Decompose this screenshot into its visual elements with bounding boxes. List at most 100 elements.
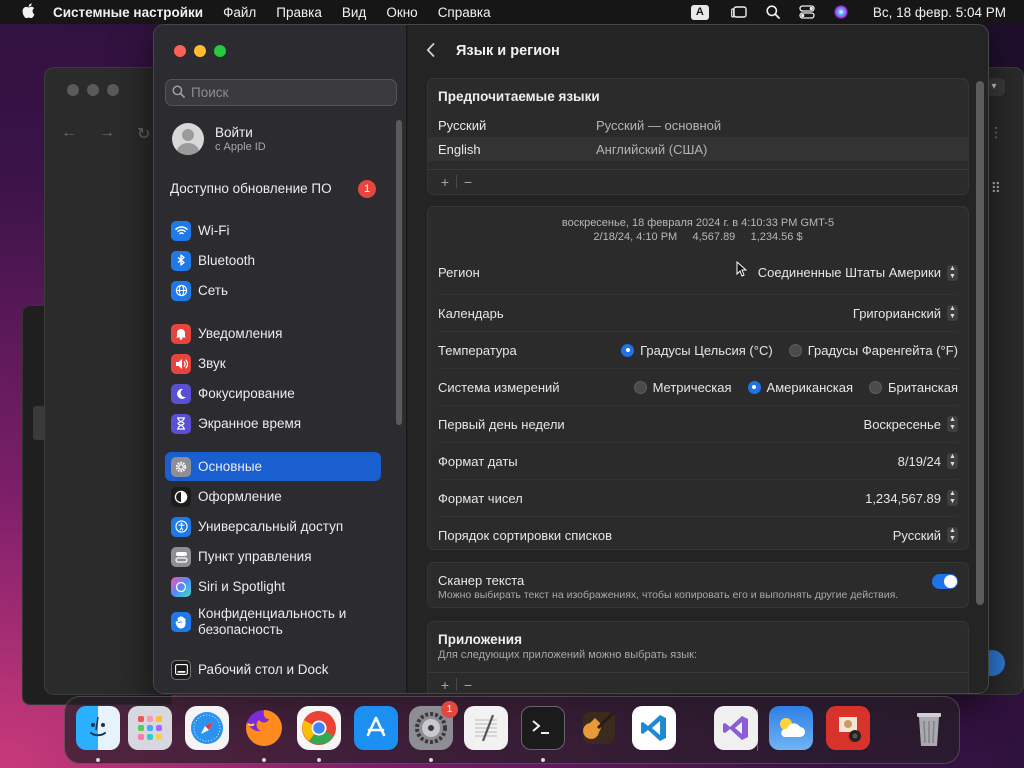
sidebar-item-accessibility[interactable]: Универсальный доступ <box>165 512 381 541</box>
remove-application-button[interactable]: − <box>457 677 479 693</box>
sidebar-item-bluetooth[interactable]: Bluetooth <box>165 246 381 275</box>
sidebar-item-siri-spotlight[interactable]: Siri и Spotlight <box>165 572 381 601</box>
system-settings-icon[interactable]: 1 <box>409 701 458 750</box>
input-source-icon[interactable]: A <box>690 4 709 20</box>
visual-studio-icon[interactable] <box>714 706 758 750</box>
number-format-select[interactable]: 1,234,567.89 ▲ ▼ <box>865 490 958 506</box>
measurement-uk-radio[interactable]: Британская <box>869 380 958 395</box>
calendar-label: Календарь <box>438 305 504 321</box>
firefox-icon[interactable] <box>242 706 286 750</box>
menu-file[interactable]: Файл <box>223 5 256 20</box>
software-update-item[interactable]: Доступно обновление ПО 1 <box>170 180 376 198</box>
sidebar-item-sound[interactable]: Звук <box>165 349 381 378</box>
sidebar-item-partial[interactable] <box>165 689 381 693</box>
measurement-metric-radio[interactable]: Метрическая <box>633 379 732 395</box>
globe-icon <box>171 280 191 301</box>
live-text-description: Можно выбирать текст на изображениях, чт… <box>438 589 899 601</box>
signin-subtitle: с Apple ID <box>215 141 266 153</box>
region-row: Регион Соединенные Штаты Америки ▲ ▼ <box>438 254 958 291</box>
trash-icon[interactable] <box>907 706 951 750</box>
menu-help[interactable]: Справка <box>438 5 491 20</box>
control-center-icon <box>171 546 191 567</box>
apple-id-signin[interactable]: Войти с Apple ID <box>172 123 266 155</box>
sidebar-item-privacy-security[interactable]: Конфиденциальность и безопасность <box>165 603 381 641</box>
content-scrollbar[interactable] <box>976 81 984 605</box>
back-chevron-icon[interactable] <box>426 41 440 62</box>
safari-icon[interactable] <box>185 706 229 750</box>
garageband-icon[interactable] <box>577 706 621 750</box>
sidebar-item-desktop-dock[interactable]: Рабочий стол и Dock <box>165 655 381 684</box>
vscode-icon[interactable] <box>632 706 676 750</box>
add-language-button[interactable]: + <box>434 174 456 190</box>
appearance-icon <box>171 486 191 507</box>
bell-icon <box>171 323 191 344</box>
sidebar-item-notifications[interactable]: Уведомления <box>165 319 381 348</box>
radio-label: Метрическая <box>652 379 732 395</box>
search-input[interactable] <box>191 85 371 100</box>
sidebar-scrollbar[interactable] <box>396 120 402 425</box>
window-controls <box>174 45 226 57</box>
sidebar-item-label: Siri и Spotlight <box>198 579 286 594</box>
stage-manager-icon[interactable] <box>730 4 747 20</box>
region-select[interactable]: Соединенные Штаты Америки ▲ ▼ <box>758 264 958 281</box>
avatar <box>172 123 204 155</box>
spotlight-search-icon[interactable] <box>765 4 781 20</box>
menu-clock[interactable]: Вс, 18 февр. 5:04 PM <box>873 5 1006 20</box>
radio-dot <box>788 343 802 357</box>
grid-icon: ⠿ <box>990 180 1001 196</box>
chevron-updown-icon: ▲ ▼ <box>947 490 958 506</box>
siri-icon <box>171 576 191 597</box>
sidebar-item-label: Wi-Fi <box>198 223 230 238</box>
temperature-celsius-radio[interactable]: Градусы Цельсия (°C) <box>621 343 773 358</box>
calendar-select[interactable]: Григорианский ▲ ▼ <box>853 305 958 321</box>
sidebar-item-control-center[interactable]: Пункт управления <box>165 542 381 571</box>
apple-menu-icon[interactable] <box>18 2 38 22</box>
sidebar-item-label: Уведомления <box>198 326 283 341</box>
chrome-icon[interactable] <box>297 706 341 750</box>
sidebar-item-appearance[interactable]: Оформление <box>165 482 381 511</box>
measurement-us-radio[interactable]: Американская <box>747 380 853 395</box>
launchpad-icon[interactable] <box>128 706 172 750</box>
first-day-select[interactable]: Воскресенье ▲ ▼ <box>864 416 958 432</box>
sidebar-item-screen-time[interactable]: Экранное время <box>165 409 381 438</box>
siri-icon[interactable] <box>833 4 849 20</box>
weather-icon[interactable] <box>769 706 813 750</box>
menu-edit[interactable]: Правка <box>276 5 322 20</box>
sidebar-item-label: Пункт управления <box>198 549 312 564</box>
menu-window[interactable]: Окно <box>386 5 417 20</box>
close-button[interactable] <box>174 45 186 57</box>
running-indicator <box>429 758 433 762</box>
minimize-button[interactable] <box>194 45 206 57</box>
date-format-select[interactable]: 8/19/24 ▲ ▼ <box>898 453 958 469</box>
sidebar-item-wifi[interactable]: Wi-Fi <box>165 216 381 245</box>
finder-icon[interactable] <box>76 706 120 750</box>
textedit-icon[interactable] <box>464 706 508 750</box>
menu-app-name[interactable]: Системные настройки <box>53 5 203 20</box>
sort-order-select[interactable]: Русский ▲ ▼ <box>893 527 958 543</box>
dock-icon <box>171 659 191 680</box>
photo-booth-icon[interactable] <box>826 706 870 750</box>
control-center-icon[interactable] <box>799 4 815 20</box>
content-pane: Язык и регион Предпочитаемые языки Русск… <box>408 25 988 693</box>
menu-view[interactable]: Вид <box>342 5 366 20</box>
language-row[interactable]: English Английский (США) <box>428 137 968 161</box>
app-store-icon[interactable] <box>354 706 398 750</box>
search-field[interactable] <box>165 79 397 106</box>
kebab-menu-icon: ⋮ <box>989 124 1003 140</box>
sidebar-item-label: Экранное время <box>198 416 302 431</box>
language-detail: Русский — основной <box>596 117 722 133</box>
language-row[interactable]: Русский Русский — основной <box>428 113 968 137</box>
terminal-icon[interactable] <box>521 706 565 750</box>
temperature-label: Температура <box>438 342 517 358</box>
reload-icon: ↻ <box>137 126 151 143</box>
sidebar-item-focus[interactable]: Фокусирование <box>165 379 381 408</box>
live-text-toggle[interactable] <box>932 574 958 589</box>
zoom-button[interactable] <box>214 45 226 57</box>
background-window-controls <box>67 84 119 96</box>
sidebar-item-network[interactable]: Сеть <box>165 276 381 305</box>
sidebar-item-label: Фокусирование <box>198 386 295 401</box>
remove-language-button[interactable]: − <box>457 174 479 190</box>
add-application-button[interactable]: + <box>434 677 456 693</box>
sidebar-item-general[interactable]: Основные <box>165 452 381 481</box>
temperature-fahrenheit-radio[interactable]: Градусы Фаренгейта (°F) <box>788 343 958 358</box>
